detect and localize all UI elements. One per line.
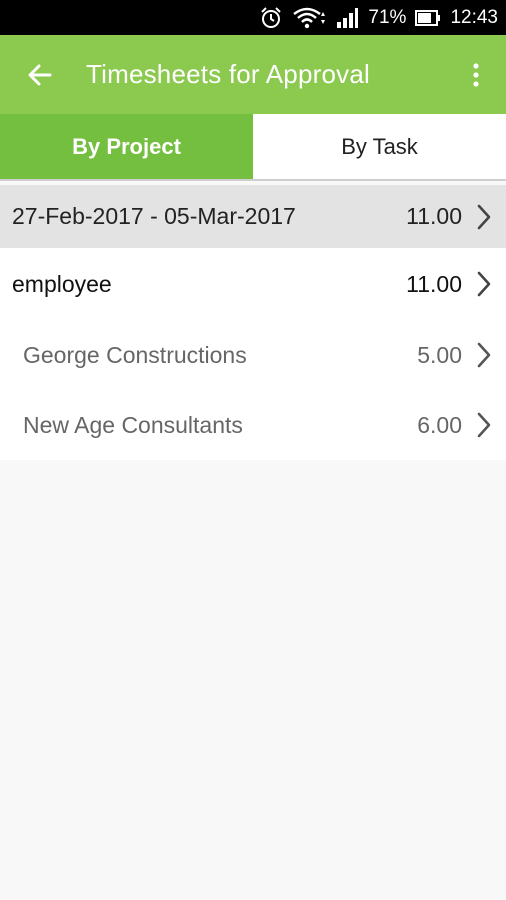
more-vert-icon [473,62,479,87]
chevron-right-icon [462,342,506,368]
battery-percent: 71% [368,6,407,28]
chevron-right-icon [462,412,506,438]
project-hours: 6.00 [417,411,462,438]
project-row-new-age-consultants[interactable]: New Age Consultants 6.00 [0,390,506,460]
project-row-george-constructions[interactable]: George Constructions 5.00 [0,320,506,390]
period-hours: 11.00 [406,203,462,229]
clock-time: 12:43 [450,6,498,28]
wifi-icon [292,6,326,30]
tab-by-task[interactable]: By Task [253,114,506,179]
project-hours: 5.00 [417,341,462,368]
tab-by-project[interactable]: By Project [0,114,253,179]
screen: 71% 12:43 Timesheets for Approval By Pro… [0,0,506,900]
timesheet-list: 27-Feb-2017 - 05-Mar-2017 11.00 employee… [0,185,506,460]
status-bar: 71% 12:43 [0,0,506,35]
period-row[interactable]: 27-Feb-2017 - 05-Mar-2017 11.00 [0,185,506,248]
page-title: Timesheets for Approval [86,59,370,89]
app-bar: Timesheets for Approval [0,35,506,114]
tab-bar: By Project By Task [0,114,506,181]
alarm-icon [259,6,283,30]
chevron-right-icon [462,271,506,297]
overflow-menu-button[interactable] [446,35,506,114]
employee-hours: 11.00 [406,270,462,297]
project-label: George Constructions [23,341,247,368]
employee-label: employee [12,270,112,297]
employee-row[interactable]: employee 11.00 [0,248,506,320]
arrow-left-icon [28,64,52,85]
signal-icon [335,6,359,30]
battery-icon [415,9,441,27]
back-button[interactable] [0,35,80,114]
period-label: 27-Feb-2017 - 05-Mar-2017 [12,203,296,229]
chevron-right-icon [462,204,506,230]
project-label: New Age Consultants [23,411,243,438]
